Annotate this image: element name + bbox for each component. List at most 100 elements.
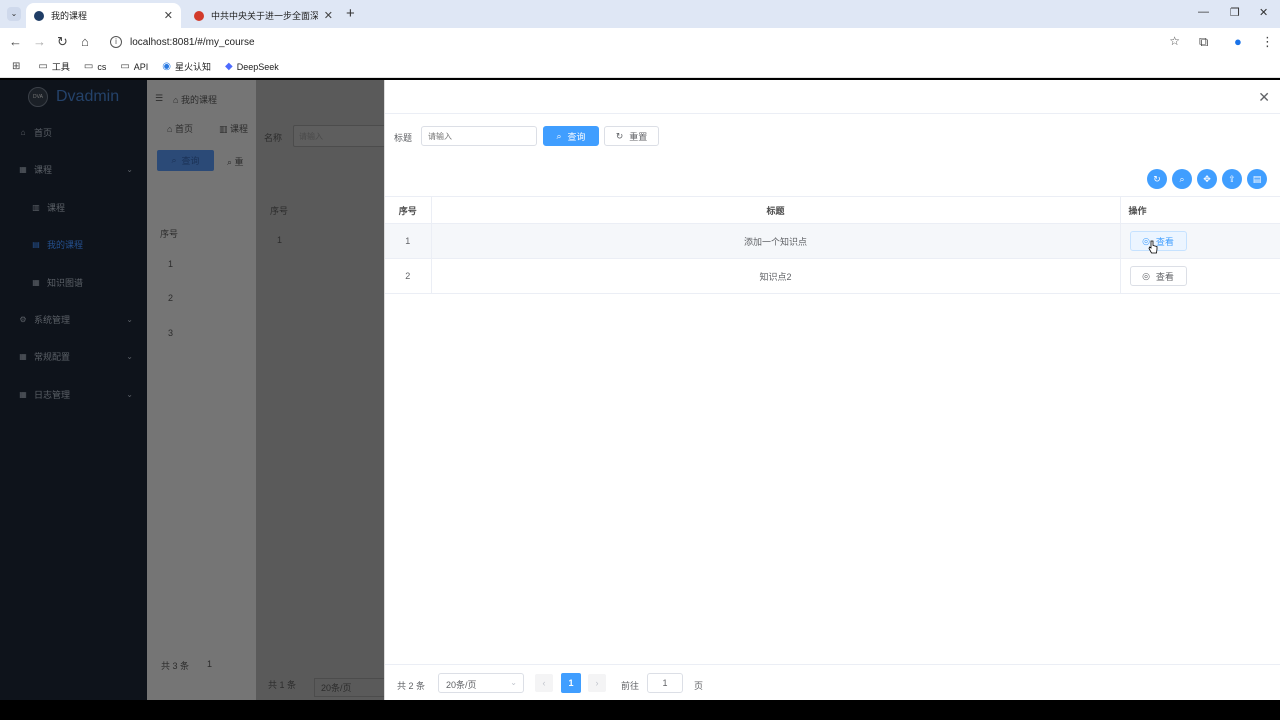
bar-chart-icon: ▥ — [32, 202, 40, 212]
pagination: 共 2 条 20条/页 ⌄ ‹ 1 › 前往 1 页 — [385, 664, 1280, 700]
reload-icon[interactable]: ↻ — [57, 34, 68, 50]
bookmark-deepseek[interactable]: ◆ DeepSeek — [225, 61, 279, 72]
tab-home: ⌂ 首页 — [167, 124, 193, 134]
sidebar-item-course[interactable]: ▥ 课程 — [0, 197, 147, 217]
url-text: localhost:8081/#/my_course — [130, 36, 255, 48]
refresh-icon[interactable]: ↻ — [1147, 169, 1167, 189]
deepseek-icon: ◆ — [225, 61, 233, 72]
browser-tab-bar: ⌄ 我的课程 ✕ 中共中央关于进一步全面深化改 ✕ + — ❐ ✕ — [0, 0, 1280, 28]
page-number-current[interactable]: 1 — [561, 673, 581, 693]
drawer-close-icon[interactable]: ✕ — [1258, 89, 1270, 106]
site-favicon-icon — [34, 10, 44, 21]
title-search-input[interactable] — [421, 126, 537, 146]
close-window-icon[interactable]: ✕ — [1259, 6, 1268, 19]
goto-page-input[interactable]: 1 — [647, 673, 683, 693]
gear-icon: ⚙ — [19, 314, 27, 324]
forward-icon[interactable]: → — [33, 34, 46, 49]
next-page-icon[interactable]: › — [588, 674, 606, 692]
bookmark-folder-api[interactable]: ▭ API — [120, 61, 148, 72]
bookmark-folder-tools[interactable]: ▭ 工具 — [38, 60, 69, 73]
tab-course: ▥ 课程 — [219, 124, 249, 134]
bg-search-button: ⌕ 查询 — [157, 150, 214, 171]
sidebar-item-knowledge-graph[interactable]: ▦ 知识图谱 — [0, 272, 147, 292]
close-tab-icon[interactable]: ✕ — [164, 9, 173, 22]
col-actions-header[interactable]: 操作 — [1120, 196, 1280, 224]
browser-tab-article[interactable]: 中共中央关于进一步全面深化改 ✕ — [186, 3, 341, 28]
bg-drawer-row-index: 1 — [277, 235, 283, 245]
minimize-icon[interactable]: — — [1198, 6, 1209, 18]
folder-icon: ▭ — [120, 61, 130, 72]
grid-icon: ▦ — [19, 351, 27, 361]
table-header-row: 序号 标题 操作 — [385, 196, 1280, 224]
columns-icon[interactable]: ✥ — [1197, 169, 1217, 189]
col-title-header[interactable]: 标题 — [431, 196, 1121, 224]
query-button[interactable]: ⌕ 查询 — [543, 126, 599, 146]
app-viewport: DVA Dvadmin ⌂ 首页 ▦ 课程 ⌄ ▥ 课程 ▤ 我的课程 ▦ 知识图谱 ⚙ 系统… — [0, 80, 1280, 700]
app-name: Dvadmin — [56, 88, 120, 105]
extensions-icon[interactable]: ⧉ — [1199, 34, 1208, 50]
browser-toolbar: ← → ↻ ⌂ i localhost:8081/#/my_course ☆ ⧉… — [0, 28, 1280, 56]
search-toggle-icon[interactable]: ⌕ — [1172, 169, 1192, 189]
prev-page-icon[interactable]: ‹ — [535, 674, 553, 692]
background-page-overlay: ☰ ⌂ 我的课程 ⌂ 首页 ▥ 课程 ⌕ 查询 ⌕ 重 序号 1 2 3 共 3… — [147, 80, 394, 700]
new-tab-icon[interactable]: + — [346, 5, 355, 22]
restore-icon[interactable]: ❐ — [1230, 6, 1240, 19]
chevron-down-icon: ⌄ — [126, 164, 133, 174]
bg-drawer-total: 共 1 条 — [268, 680, 297, 690]
site-info-icon[interactable]: i — [110, 36, 122, 48]
browser-tab-my-course[interactable]: 我的课程 ✕ — [26, 3, 181, 28]
grid-icon: ▦ — [19, 389, 27, 399]
sidebar-item-config[interactable]: ▦ 常规配置 ⌄ — [0, 346, 147, 366]
table-row[interactable]: 2 知识点2 ◎ 查看 — [385, 258, 1280, 294]
back-icon[interactable]: ← — [9, 34, 22, 49]
sidebar-item-logs[interactable]: ▦ 日志管理 ⌄ — [0, 384, 147, 404]
bg-total: 共 3 条 — [161, 661, 190, 671]
drawer-header-divider — [385, 113, 1280, 114]
bg-row-index: 3 — [168, 328, 174, 338]
bg-name-input: 请输入 — [293, 125, 393, 147]
col-index-header[interactable]: 序号 — [385, 196, 432, 224]
bookmark-xinghuo[interactable]: ◉ 星火认知 — [162, 60, 211, 73]
view-button[interactable]: ◎ 查看 — [1129, 231, 1187, 251]
close-tab-icon[interactable]: ✕ — [324, 9, 333, 22]
background-drawer: 名称 请输入 序号 1 共 1 条 20条/页 — [256, 80, 394, 700]
address-bar[interactable]: i localhost:8081/#/my_course ☆ — [104, 31, 1190, 53]
browser-menu-icon[interactable]: ⋮ — [1261, 34, 1274, 50]
home-icon[interactable]: ⌂ — [81, 34, 89, 49]
page-size-select[interactable]: 20条/页 ⌄ — [438, 673, 524, 693]
eye-icon: ◎ — [1142, 270, 1150, 281]
bg-drawer-page-size: 20条/页 — [314, 678, 394, 697]
print-icon[interactable]: ▤ — [1247, 169, 1267, 189]
app-logo: DVA Dvadmin — [0, 80, 147, 114]
table-toolbar: ↻ ⌕ ✥ ⇪ ▤ — [1147, 169, 1267, 189]
sidebar-item-system[interactable]: ⚙ 系统管理 ⌄ — [0, 309, 147, 329]
bookmark-folder-cs[interactable]: ▭ cs — [84, 61, 106, 72]
xinghuo-icon: ◉ — [162, 61, 172, 72]
export-icon[interactable]: ⇪ — [1222, 169, 1242, 189]
bookmarks-bar: ⊞ ▭ 工具 ▭ cs ▭ API ◉ 星火认知 ◆ DeepSeek — [0, 56, 1280, 78]
tab-search-button[interactable]: ⌄ — [7, 7, 21, 21]
hand-cursor-icon — [1148, 240, 1158, 254]
goto-label: 前往 — [621, 681, 640, 691]
row-actions: ◎ 查看 — [1120, 258, 1280, 294]
bookmark-star-icon[interactable]: ☆ — [1169, 34, 1180, 48]
sidebar-item-home[interactable]: ⌂ 首页 — [0, 122, 147, 142]
reset-button[interactable]: ↻ 重置 — [604, 126, 659, 146]
sidebar-item-my-course[interactable]: ▤ 我的课程 — [0, 234, 147, 254]
chevron-down-icon: ⌄ — [510, 678, 517, 687]
tab-title: 中共中央关于进一步全面深化改 — [211, 11, 318, 21]
row-actions: ◎ 查看 — [1120, 223, 1280, 259]
apps-icon[interactable]: ⊞ — [12, 61, 24, 72]
sidebar: DVA Dvadmin ⌂ 首页 ▦ 课程 ⌄ ▥ 课程 ▤ 我的课程 ▦ 知识图谱 ⚙ 系统… — [0, 80, 147, 700]
table-row[interactable]: 1 添加一个知识点 ◎ 查看 — [385, 223, 1280, 259]
tab-title: 我的课程 — [51, 11, 88, 21]
chevron-down-icon: ⌄ — [126, 351, 133, 361]
folder-icon: ▭ — [38, 61, 48, 72]
sidebar-item-course-group[interactable]: ▦ 课程 ⌄ — [0, 159, 147, 179]
row-index: 2 — [385, 258, 432, 294]
site-favicon-icon — [194, 10, 204, 21]
view-button[interactable]: ◎ 查看 — [1129, 266, 1187, 286]
knowledge-point-drawer: ✕ 标题 ⌕查询 ↻重置 ↻ ⌕ ✥ ⇪ ▤ 序号 标题 操作 — [384, 80, 1280, 700]
profile-icon[interactable]: ● — [1234, 34, 1242, 49]
bg-reset-button: ⌕ 重 — [227, 157, 244, 167]
